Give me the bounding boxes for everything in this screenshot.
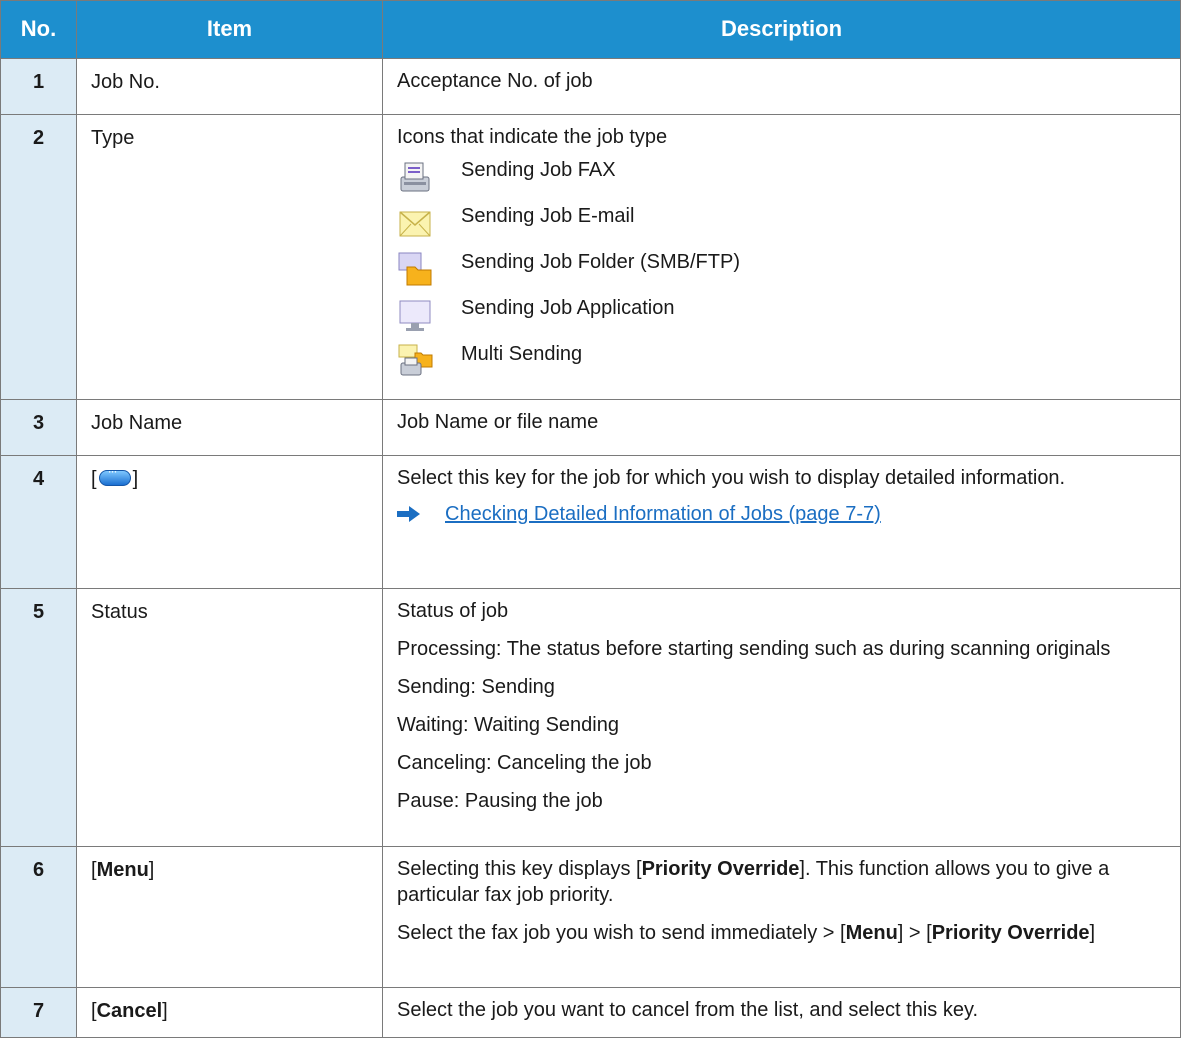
job-type-application: Sending Job Application	[391, 292, 1166, 338]
description-text: Job Name or file name	[397, 411, 599, 433]
description-text: Icons that indicate the job type	[397, 126, 668, 148]
row-number: 7	[0, 987, 77, 1038]
table-row: 6 [Menu] Selecting this key displays [Pr…	[0, 846, 1181, 988]
multi-send-icon	[391, 339, 439, 383]
row-description: Job Name or file name	[382, 399, 1181, 456]
table-row: 3 Job Name Job Name or file name	[0, 399, 1181, 456]
row-description: Select the job you want to cancel from t…	[382, 987, 1181, 1038]
table-row: 5 Status Status of job Processing: The s…	[0, 588, 1181, 847]
row-description: Acceptance No. of job	[382, 58, 1181, 115]
row-item: Status	[76, 588, 383, 847]
email-icon	[391, 201, 439, 245]
status-waiting: Waiting: Waiting Sending	[397, 714, 619, 736]
icon-label: Sending Job E-mail	[461, 205, 635, 227]
icon-label: Sending Job Application	[461, 297, 675, 319]
fax-icon	[391, 155, 439, 199]
job-type-multi-sending: Multi Sending	[391, 338, 1166, 384]
table-header-row: No. Item Description	[0, 0, 1181, 59]
menu-description: Selecting this key displays [Priority Ov…	[397, 858, 1110, 906]
table-row: 2 Type Icons that indicate the job type	[0, 114, 1181, 400]
job-type-fax: Sending Job FAX	[391, 154, 1166, 200]
job-type-email: Sending Job E-mail	[391, 200, 1166, 246]
header-item: Item	[76, 0, 383, 59]
row-item: Type	[76, 114, 383, 400]
status-pause: Pause: Pausing the job	[397, 790, 603, 812]
row-item: Job Name	[76, 399, 383, 456]
row-number: 2	[0, 114, 77, 400]
table-row: 1 Job No. Acceptance No. of job	[0, 58, 1181, 115]
row-description: Icons that indicate the job type Sending…	[382, 114, 1181, 400]
arrow-right-icon	[397, 506, 420, 522]
icon-label: Multi Sending	[461, 343, 583, 365]
header-no: No.	[0, 0, 77, 59]
status-processing: Processing: The status before starting s…	[397, 638, 1111, 660]
cancel-key-label: Cancel	[96, 1000, 163, 1022]
status-intro: Status of job	[397, 600, 509, 622]
table-row: 4 [] Select this key for the job for whi…	[0, 455, 1181, 589]
monitor-icon	[391, 293, 439, 337]
row-number: 6	[0, 846, 77, 988]
row-item: [Cancel]	[76, 987, 383, 1038]
job-status-table: No. Item Description 1 Job No. Acceptanc…	[0, 0, 1181, 1038]
menu-steps: Select the fax job you wish to send imme…	[397, 922, 1096, 944]
status-sending: Sending: Sending	[397, 676, 555, 698]
cross-reference: Checking Detailed Information of Jobs (p…	[397, 501, 1166, 527]
folder-icon	[391, 247, 439, 291]
status-canceling: Canceling: Canceling the job	[397, 752, 652, 774]
job-type-folder: Sending Job Folder (SMB/FTP)	[391, 246, 1166, 292]
icon-label: Sending Job Folder (SMB/FTP)	[461, 251, 740, 273]
table-row: 7 [Cancel] Select the job you want to ca…	[0, 987, 1181, 1038]
row-number: 3	[0, 399, 77, 456]
row-item: []	[76, 455, 383, 589]
row-item: [Menu]	[76, 846, 383, 988]
header-description: Description	[382, 0, 1181, 59]
row-number: 1	[0, 58, 77, 115]
description-text: Select the job you want to cancel from t…	[397, 999, 979, 1021]
checking-detailed-info-link[interactable]: Checking Detailed Information of Jobs (p…	[445, 501, 881, 527]
menu-key-label: Menu	[96, 859, 149, 881]
description-text: Acceptance No. of job	[397, 70, 593, 92]
row-item: Job No.	[76, 58, 383, 115]
row-number: 5	[0, 588, 77, 847]
row-number: 4	[0, 455, 77, 589]
row-description: Selecting this key displays [Priority Ov…	[382, 846, 1181, 988]
row-description: Status of job Processing: The status bef…	[382, 588, 1181, 847]
detail-button-icon	[98, 464, 131, 486]
icon-label: Sending Job FAX	[461, 159, 616, 181]
row-description: Select this key for the job for which yo…	[382, 455, 1181, 589]
description-text: Select this key for the job for which yo…	[397, 467, 1066, 489]
